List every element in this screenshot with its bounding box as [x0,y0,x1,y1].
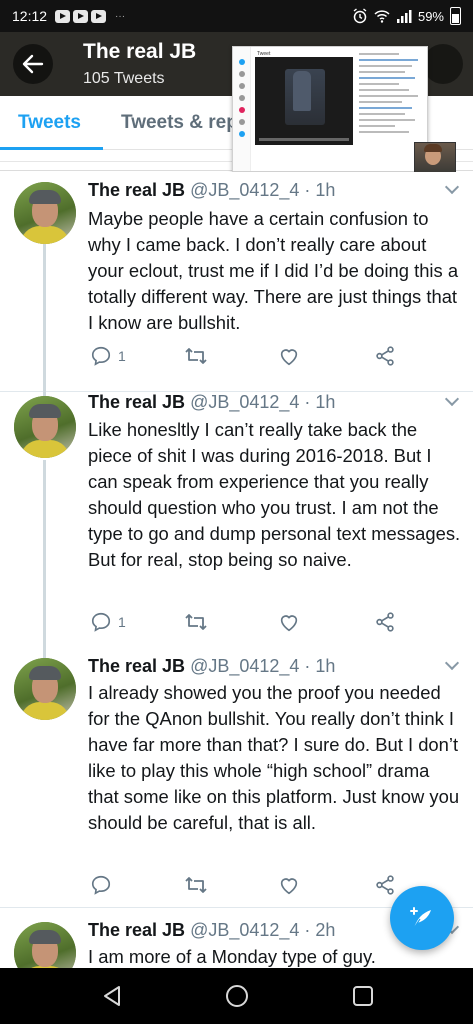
like-button[interactable] [278,344,300,368]
overlay-screenshot[interactable]: Tweet [232,46,428,172]
tweet-handle-time: @JB_0412_4 · 2h [190,920,336,940]
avatar[interactable] [14,658,76,720]
avatar[interactable] [14,396,76,458]
retweet-icon [185,348,207,364]
profile-title: The real JB [83,40,197,63]
retweet-icon [185,877,207,893]
nav-home-button[interactable] [223,982,251,1010]
retweet-button[interactable] [184,873,208,897]
share-button[interactable] [374,610,396,634]
tweet-actions: 1 [88,344,408,368]
more-options-button[interactable] [423,44,463,84]
active-tab-indicator [0,147,103,150]
tweet-header: The real JB @JB_0412_4 · 2h [88,920,335,941]
reply-count: 1 [118,348,126,364]
alarm-icon [353,8,367,24]
tweet-card[interactable]: The real JB @JB_0412_4 · 1h Like honeslt… [0,391,473,648]
tweet-handle-time: @JB_0412_4 · 1h [190,392,336,412]
reply-icon [91,875,111,895]
tab-tweets-replies[interactable]: Tweets & rep [121,112,238,134]
tweet-actions [88,873,408,897]
share-button[interactable] [374,344,396,368]
like-button[interactable] [278,610,300,634]
signal-icon [396,10,412,23]
tweet-actions: 1 [88,610,408,634]
like-button[interactable] [278,873,300,897]
tweet-author-name[interactable]: The real JB [88,656,185,676]
share-icon [376,612,394,632]
android-navigation-bar [0,968,473,1024]
tweet-card[interactable]: The real JB @JB_0412_4 · 1h I already sh… [0,648,473,908]
tweet-author-name[interactable]: The real JB [88,180,185,200]
youtube-icon [55,9,71,23]
video-progress [259,138,349,141]
overlay-webcam [414,142,456,174]
triangle-back-icon [104,986,120,1006]
circle-home-icon [226,985,248,1007]
tweet-text: Like honesltly I can’t really take back … [88,419,461,570]
reply-icon [91,346,111,366]
retweet-button[interactable] [184,610,208,634]
nav-recents-button[interactable] [349,982,377,1010]
battery-percent: 59% [417,8,444,24]
youtube-icon [91,9,107,23]
tab-tweets[interactable]: Tweets [18,112,81,134]
battery-icon [450,7,461,25]
tweet-header: The real JB @JB_0412_4 · 1h [88,180,335,201]
thread-line [43,648,46,658]
twitter-profile-screen: 12:12 ··· 59% The real JB 105 Tweets Twe… [0,0,473,1024]
wifi-icon [374,10,390,23]
more-dots-icon: ··· [115,10,126,22]
reply-button[interactable]: 1 [90,610,126,634]
arrow-left-icon [22,54,44,74]
heart-icon [280,349,298,366]
video-frame-person [293,71,311,111]
youtube-icon [73,9,89,23]
reply-button[interactable]: 1 [90,344,126,368]
chevron-down-icon[interactable] [444,655,460,671]
overlay-trends [359,53,425,137]
chevron-down-icon[interactable] [444,391,460,407]
square-recents-icon [353,986,373,1006]
status-time: 12:12 [12,8,48,24]
share-icon [376,346,394,366]
retweet-icon [185,614,207,630]
back-button[interactable] [13,44,53,84]
tweet-handle-time: @JB_0412_4 · 1h [190,656,336,676]
thread-line [43,460,46,648]
tweet-text: I already showed you the proof you neede… [88,682,460,833]
heart-icon [280,878,298,895]
reply-button[interactable] [90,873,118,897]
tweet-handle-time: @JB_0412_4 · 1h [190,180,336,200]
heart-icon [280,615,298,632]
tweet-author-name[interactable]: The real JB [88,920,185,940]
share-button[interactable] [374,873,396,897]
avatar[interactable] [14,182,76,244]
status-right: 59% [352,7,461,25]
chevron-down-icon[interactable] [444,179,460,195]
retweet-button[interactable] [184,344,208,368]
thread-line [43,244,46,392]
overlay-sidebar [233,47,251,171]
tweet-header: The real JB @JB_0412_4 · 1h [88,392,335,413]
share-icon [376,875,394,895]
tweet-card[interactable]: The real JB @JB_0412_4 · 1h Maybe people… [0,172,473,392]
reply-count: 1 [118,614,126,630]
tweet-author-name[interactable]: The real JB [88,392,185,412]
tweet-header: The real JB @JB_0412_4 · 1h [88,656,335,677]
overlay-video[interactable] [255,57,353,145]
compose-tweet-button[interactable] [390,886,454,950]
nav-back-button[interactable] [98,982,126,1010]
tweet-text: Maybe people have a certain confusion to… [88,208,459,333]
tweet-text: I am more of a Monday type of guy. [88,946,376,967]
reply-icon [91,612,111,632]
tweet-count: 105 Tweets [83,70,165,87]
status-bar: 12:12 ··· 59% [0,0,473,32]
compose-feather-icon [410,907,431,929]
